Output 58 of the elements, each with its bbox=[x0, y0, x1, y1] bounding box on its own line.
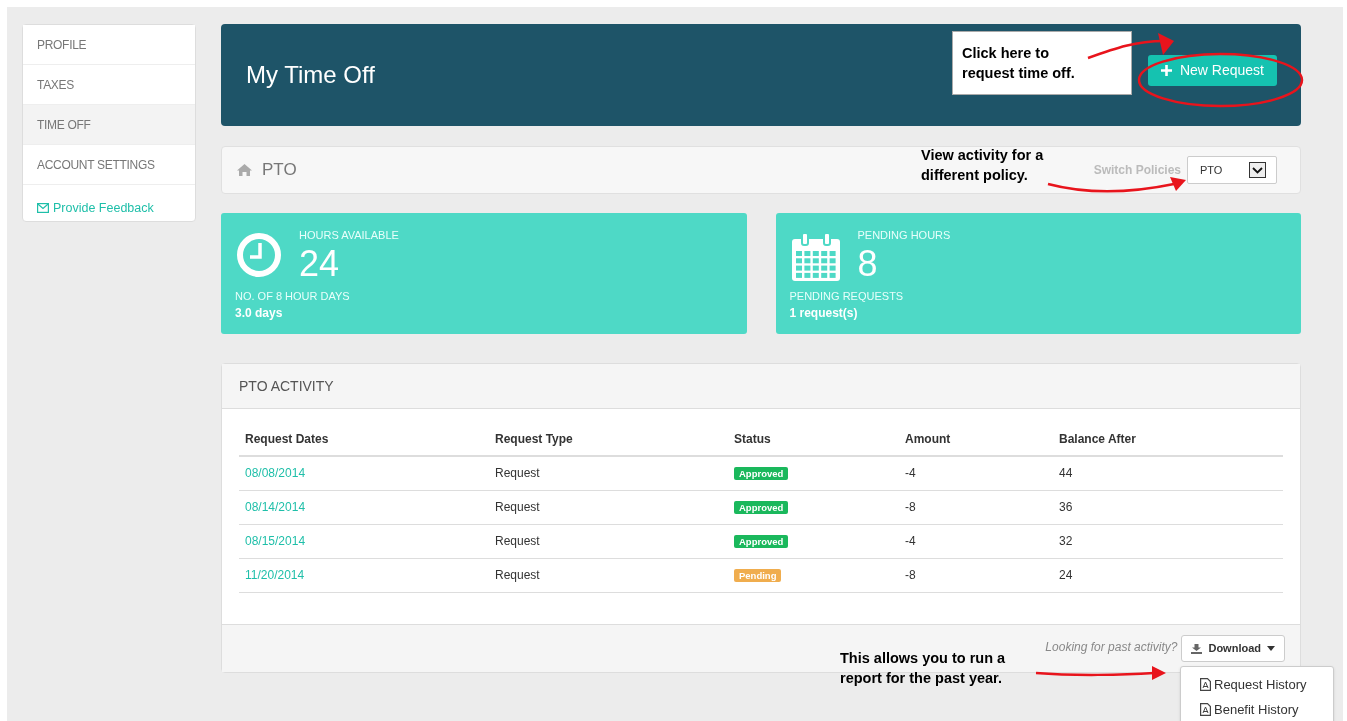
table-cell: 24 bbox=[1053, 558, 1283, 592]
download-button[interactable]: Download bbox=[1181, 635, 1285, 662]
table-cell: 32 bbox=[1053, 524, 1283, 558]
column-header: Request Dates bbox=[239, 423, 489, 456]
status-badge: Approved bbox=[734, 535, 789, 548]
status-badge: Approved bbox=[734, 501, 789, 514]
callout-text: View activity for a different policy. bbox=[921, 146, 1045, 185]
home-icon bbox=[237, 164, 252, 176]
table-cell: 36 bbox=[1053, 490, 1283, 524]
page-title: My Time Off bbox=[246, 60, 375, 90]
download-icon bbox=[1191, 643, 1203, 654]
table-cell: Request bbox=[489, 490, 728, 524]
caret-icon bbox=[1267, 646, 1275, 651]
sidebar-item[interactable]: TIME OFF bbox=[23, 105, 195, 145]
date-link[interactable]: 08/08/2014 bbox=[245, 466, 306, 481]
stat-sub-label: NO. OF 8 HOUR DAYS bbox=[235, 288, 351, 304]
date-link[interactable]: 08/14/2014 bbox=[245, 500, 306, 514]
table-cell: Request bbox=[489, 524, 728, 558]
column-header: Balance After bbox=[1053, 423, 1283, 456]
table-cell: Request bbox=[489, 558, 728, 592]
column-header: Status bbox=[728, 423, 899, 456]
stat-sub-value: 3.0 days bbox=[235, 305, 284, 322]
callout-text: This allows you to run a report for the past year. bbox=[840, 649, 1007, 688]
footer-hint: Looking for past activity? bbox=[1045, 638, 1178, 656]
stat-sub-value: 1 request(s) bbox=[789, 305, 859, 322]
table-cell: Request bbox=[489, 456, 728, 490]
policy-name: PTO bbox=[262, 159, 297, 182]
feedback-link[interactable]: Provide Feedback bbox=[23, 185, 195, 218]
table-cell: -8 bbox=[899, 490, 1053, 524]
panel-title: PTO ACTIVITY bbox=[239, 376, 334, 396]
plus-icon bbox=[1160, 64, 1172, 76]
stat-label: HOURS AVAILABLE bbox=[299, 228, 399, 243]
menu-item[interactable]: Request History bbox=[1181, 675, 1333, 695]
policy-select[interactable]: PTO bbox=[1187, 156, 1277, 184]
column-header: Request Type bbox=[489, 423, 728, 456]
table-cell: -8 bbox=[899, 558, 1053, 592]
envelope-icon bbox=[37, 203, 49, 214]
calendar-icon bbox=[789, 231, 842, 283]
table-cell: 44 bbox=[1053, 456, 1283, 490]
callout-text: Click here to request time off. bbox=[962, 44, 1076, 83]
menu-item[interactable]: Benefit History bbox=[1181, 699, 1333, 719]
stat-sub-label: PENDING REQUESTS bbox=[789, 288, 905, 304]
status-badge: Pending bbox=[734, 569, 782, 582]
clock-icon bbox=[235, 231, 283, 279]
pdf-file-icon bbox=[1200, 678, 1211, 692]
stat-label: PENDING HOURS bbox=[857, 228, 951, 243]
column-header: Amount bbox=[899, 423, 1053, 456]
sidebar-item[interactable]: PROFILE bbox=[23, 25, 195, 65]
status-badge: Approved bbox=[734, 467, 789, 481]
stat-value: 24 bbox=[299, 243, 341, 284]
date-link[interactable]: 11/20/2014 bbox=[245, 568, 305, 582]
table-cell: -4 bbox=[899, 456, 1053, 490]
chevron-icon bbox=[1249, 162, 1266, 178]
switch-policies-label: Switch Policies bbox=[1093, 162, 1181, 179]
stat-value: 8 bbox=[857, 243, 879, 284]
date-link[interactable]: 08/15/2014 bbox=[245, 534, 306, 548]
table-cell: -4 bbox=[899, 524, 1053, 558]
pdf-file-icon bbox=[1200, 702, 1211, 716]
